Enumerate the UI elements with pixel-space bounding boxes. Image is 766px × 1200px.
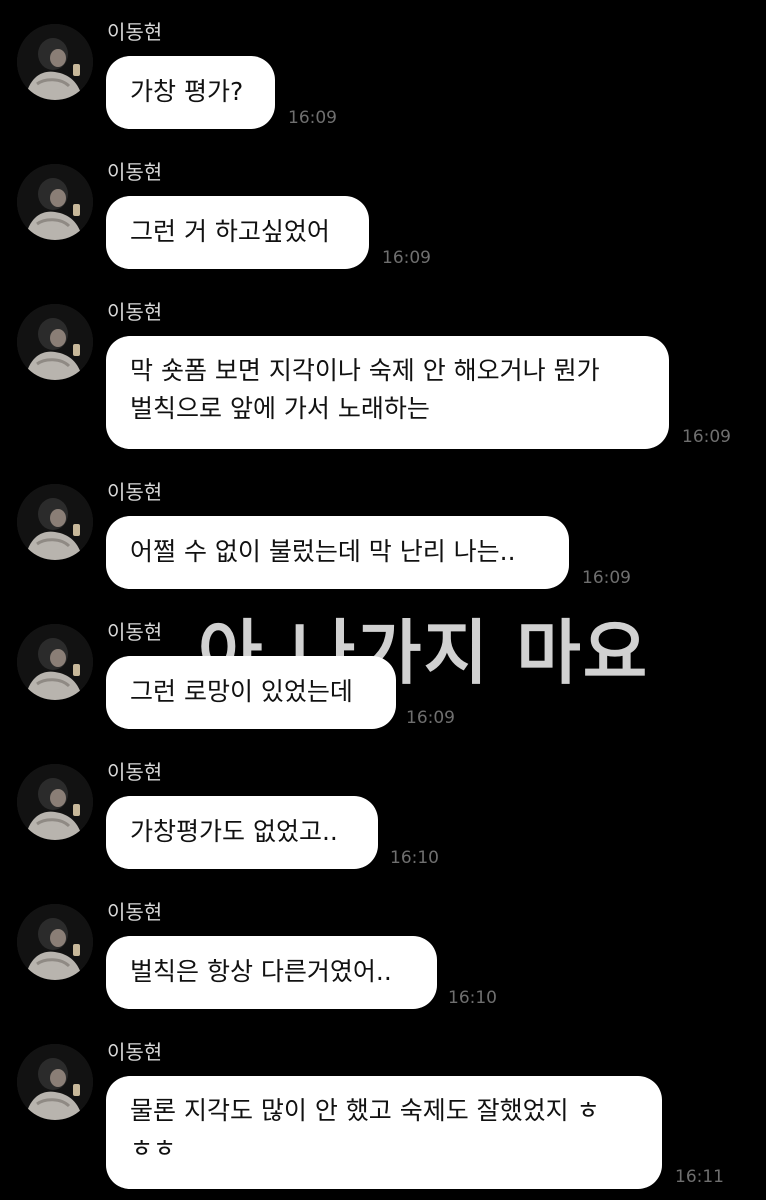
message-time: 16:09: [582, 568, 631, 588]
chat-view: 아 나가지 마요 이동현 가창 평가? 16:09 이동현 그런 거 하고싶었어…: [0, 0, 766, 1200]
message-text: 벌칙은 항상 다른거였어..: [130, 957, 392, 986]
message-time: 16:09: [682, 427, 731, 447]
sender-name: 이동현: [107, 300, 163, 324]
avatar[interactable]: [17, 1044, 93, 1120]
message-row: 이동현 막 숏폼 보면 지각이나 숙제 안 해오거나 뭔가 벌칙으로 앞에 가서…: [0, 280, 766, 460]
message-time: 16:09: [288, 108, 337, 128]
sender-name: 이동현: [107, 760, 163, 784]
avatar[interactable]: [17, 764, 93, 840]
message-bubble[interactable]: 벌칙은 항상 다른거였어..: [106, 936, 437, 1009]
message-time: 16:09: [406, 708, 455, 728]
message-bubble[interactable]: 어쩔 수 없이 불렀는데 막 난리 나는..: [106, 516, 569, 589]
sender-name: 이동현: [107, 20, 163, 44]
message-text-line: 물론 지각도 많이 안 했고 숙제도 잘했었지 ㅎ: [130, 1096, 600, 1125]
message-text: 그런 거 하고싶었어: [130, 217, 330, 246]
avatar[interactable]: [17, 904, 93, 980]
avatar[interactable]: [17, 624, 93, 700]
message-row: 이동현 그런 거 하고싶었어 16:09: [0, 140, 766, 280]
message-text-line: 막 숏폼 보면 지각이나 숙제 안 해오거나 뭔가: [130, 356, 600, 385]
avatar[interactable]: [17, 484, 93, 560]
sender-name: 이동현: [107, 480, 163, 504]
message-text-line: 벌칙으로 앞에 가서 노래하는: [130, 394, 430, 423]
message-bubble[interactable]: 막 숏폼 보면 지각이나 숙제 안 해오거나 뭔가 벌칙으로 앞에 가서 노래하…: [106, 336, 669, 449]
message-row: 이동현 물론 지각도 많이 안 했고 숙제도 잘했었지 ㅎ ㅎㅎ 16:11: [0, 1020, 766, 1200]
message-row: 이동현 가창평가도 없었고.. 16:10: [0, 740, 766, 880]
message-time: 16:09: [382, 248, 431, 268]
avatar[interactable]: [17, 24, 93, 100]
sender-name: 이동현: [107, 1040, 163, 1064]
message-bubble[interactable]: 가창평가도 없었고..: [106, 796, 378, 869]
avatar[interactable]: [17, 304, 93, 380]
message-text-line: ㅎㅎ: [130, 1134, 177, 1163]
message-text: 가창 평가?: [130, 77, 244, 106]
message-row: 이동현 가창 평가? 16:09: [0, 0, 766, 140]
message-bubble[interactable]: 그런 거 하고싶었어: [106, 196, 369, 269]
message-text: 어쩔 수 없이 불렀는데 막 난리 나는..: [130, 537, 516, 566]
message-row: 이동현 어쩔 수 없이 불렀는데 막 난리 나는.. 16:09: [0, 460, 766, 600]
message-text: 그런 로망이 있었는데: [130, 677, 353, 706]
sender-name: 이동현: [107, 900, 163, 924]
message-text: 가창평가도 없었고..: [130, 817, 338, 846]
message-time: 16:11: [675, 1167, 724, 1187]
sender-name: 이동현: [107, 160, 163, 184]
message-time: 16:10: [390, 848, 439, 868]
sender-name: 이동현: [107, 620, 163, 644]
message-bubble[interactable]: 가창 평가?: [106, 56, 275, 129]
message-row: 이동현 벌칙은 항상 다른거였어.. 16:10: [0, 880, 766, 1020]
message-bubble[interactable]: 물론 지각도 많이 안 했고 숙제도 잘했었지 ㅎ ㅎㅎ: [106, 1076, 662, 1189]
message-time: 16:10: [448, 988, 497, 1008]
avatar[interactable]: [17, 164, 93, 240]
message-row: 이동현 그런 로망이 있었는데 16:09: [0, 600, 766, 740]
message-bubble[interactable]: 그런 로망이 있었는데: [106, 656, 396, 729]
